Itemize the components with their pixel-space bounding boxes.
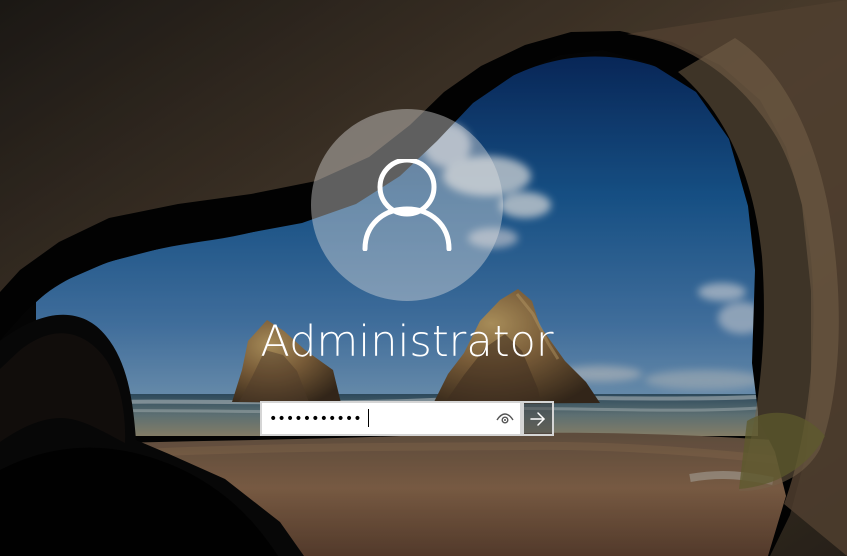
text-cursor — [368, 409, 369, 427]
eye-icon — [496, 412, 514, 423]
password-area — [260, 401, 555, 436]
user-profile-icon — [362, 159, 452, 251]
user-panel: Administrator — [0, 0, 847, 556]
reveal-password-button[interactable] — [494, 407, 516, 430]
user-avatar — [311, 109, 503, 301]
submit-button[interactable] — [522, 401, 554, 436]
sign-in-screen: Administrator — [0, 0, 847, 556]
arrow-right-icon — [530, 411, 545, 426]
password-field-container — [260, 401, 522, 436]
password-input[interactable] — [269, 409, 492, 429]
user-name: Administrator — [260, 317, 554, 367]
